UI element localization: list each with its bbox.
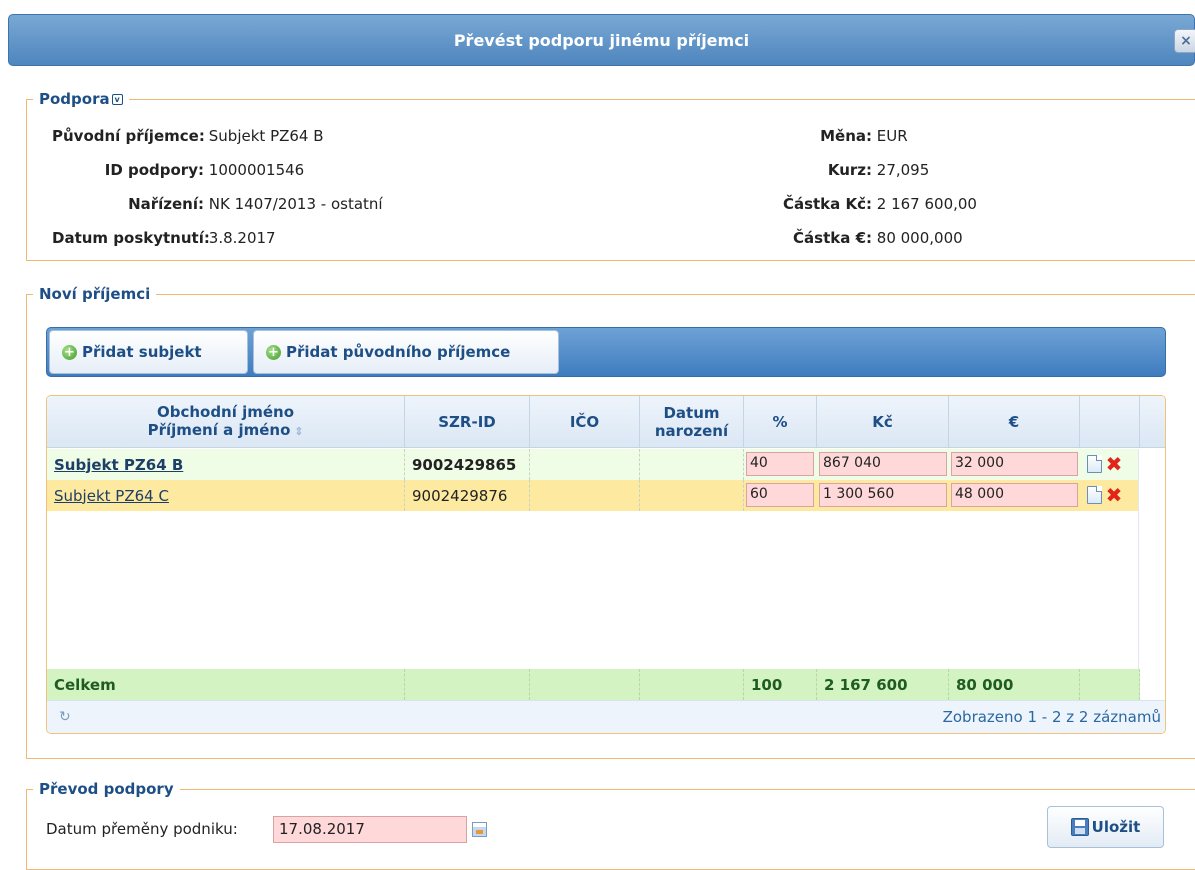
birth-date-cell: [640, 480, 744, 511]
column-header-ico[interactable]: IČO: [530, 396, 640, 448]
add-subject-button[interactable]: + Přidat subjekt: [49, 330, 248, 374]
column-header-actions: [1080, 396, 1140, 448]
percent-input[interactable]: 60: [746, 483, 814, 507]
grid-pager: ↻ Zobrazeno 1 - 2 z 2 záznamů: [47, 700, 1165, 733]
collapse-chevron-icon[interactable]: v: [111, 94, 123, 105]
ico-cell: [530, 449, 640, 480]
dialog-title: Převést podporu jinému příjemci: [453, 30, 750, 50]
ico-cell: [530, 480, 640, 511]
total-label: Celkem: [47, 669, 405, 700]
currency: Měna: EUR: [820, 127, 908, 145]
szr-id-cell: 9002429876: [405, 480, 530, 511]
regulation: Nařízení: NK 1407/2013 - ostatní: [128, 195, 383, 213]
birth-date-cell: [640, 449, 744, 480]
szr-id-cell: 9002429865: [405, 449, 530, 480]
czk-input[interactable]: 1 300 560: [819, 483, 947, 507]
add-circle-icon: +: [62, 344, 77, 360]
new-recipients-legend: Noví příjemci: [39, 285, 151, 303]
column-header-szr-id[interactable]: SZR-ID: [405, 396, 530, 448]
czk-input[interactable]: 867 040: [819, 452, 947, 476]
transformation-date-input[interactable]: 17.08.2017: [273, 816, 467, 843]
support-id: ID podpory: 1000001546: [104, 161, 305, 179]
amount-czk: Částka Kč: 2 167 600,00: [782, 195, 977, 213]
total-eur: 80 000: [949, 669, 1080, 700]
percent-input[interactable]: 40: [746, 452, 814, 476]
dialog-titlebar: Převést podporu jinému příjemci ×: [8, 14, 1195, 66]
grid-scrollbar[interactable]: [1138, 449, 1165, 700]
save-button[interactable]: Uložit: [1047, 806, 1164, 848]
recipient-link[interactable]: Subjekt PZ64 C: [54, 487, 169, 505]
column-header-eur[interactable]: €: [949, 396, 1080, 448]
transformation-date-label: Datum přeměny podniku:: [46, 820, 238, 838]
recipient-link[interactable]: Subjekt PZ64 B: [54, 456, 183, 474]
refresh-icon[interactable]: ↻: [59, 709, 71, 725]
sort-icon[interactable]: ⇕: [290, 425, 303, 438]
exchange-rate: Kurz: 27,095: [827, 161, 930, 179]
total-czk: 2 167 600: [817, 669, 949, 700]
add-original-recipient-button[interactable]: + Přidat původního příjemce: [253, 330, 559, 374]
add-circle-icon: +: [266, 344, 281, 360]
calendar-icon[interactable]: [472, 822, 487, 837]
document-icon[interactable]: [1087, 486, 1102, 504]
provision-date: Datum poskytnutí: 3.8.2017: [52, 229, 276, 247]
pager-info: Zobrazeno 1 - 2 z 2 záznamů: [942, 708, 1161, 726]
delete-icon[interactable]: ✖: [1105, 452, 1123, 476]
document-icon[interactable]: [1087, 455, 1102, 473]
table-row[interactable]: Subjekt PZ64 B 9002429865 40 867 040 32 …: [47, 449, 1140, 480]
amount-eur: Částka €: 80 000,000: [793, 229, 963, 247]
save-disk-icon: [1070, 818, 1089, 836]
total-row: Celkem 100 2 167 600 80 000: [47, 669, 1140, 700]
eur-input[interactable]: 48 000: [951, 483, 1078, 507]
column-header-birth-date[interactable]: Datum narození: [640, 396, 744, 448]
podpora-legend[interactable]: Podpora v: [33, 90, 129, 108]
close-icon[interactable]: ×: [1174, 29, 1195, 53]
total-percent: 100: [744, 669, 817, 700]
recipients-toolbar: + Přidat subjekt + Přidat původního příj…: [46, 327, 1166, 377]
grid-header: Obchodní jméno Příjmení a jméno ⇕ SZR-ID…: [47, 396, 1165, 448]
column-header-czk[interactable]: Kč: [817, 396, 949, 448]
table-row[interactable]: Subjekt PZ64 C 9002429876 60 1 300 560 4…: [47, 480, 1140, 511]
eur-input[interactable]: 32 000: [951, 452, 1078, 476]
original-recipient: Původní příjemce: Subjekt PZ64 B: [52, 127, 324, 145]
delete-icon[interactable]: ✖: [1105, 483, 1123, 507]
column-header-name[interactable]: Obchodní jméno Příjmení a jméno ⇕: [47, 396, 405, 448]
column-header-percent[interactable]: %: [744, 396, 817, 448]
transfer-legend: Převod podpory: [39, 780, 174, 798]
recipients-grid: Obchodní jméno Příjmení a jméno ⇕ SZR-ID…: [46, 395, 1166, 734]
